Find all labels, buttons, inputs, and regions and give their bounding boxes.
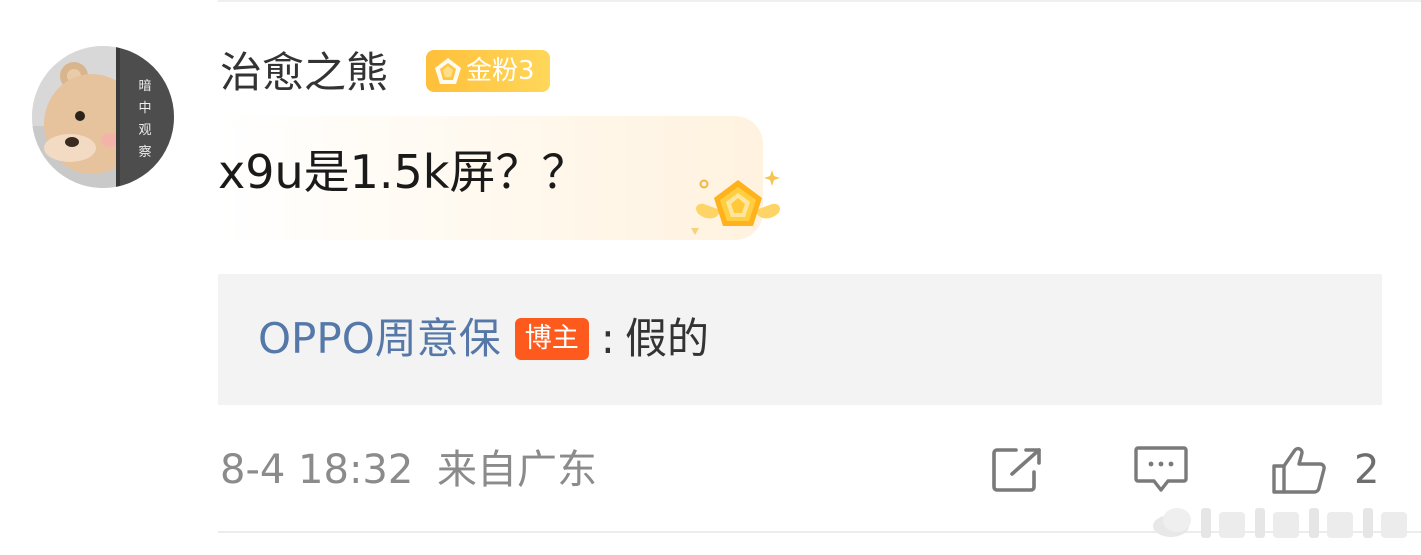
share-icon — [992, 448, 1041, 492]
medal-icon — [691, 170, 780, 235]
share-button[interactable] — [990, 444, 1048, 496]
avatar-image: 暗 中 观 察 — [32, 46, 174, 188]
fan-badge-label: 金粉3 — [466, 56, 535, 86]
comment-location: 来自广东 — [437, 447, 597, 493]
reply-box[interactable]: OPPO周意保 博主 : 假的 — [218, 274, 1382, 405]
avatar-text-3: 观 — [138, 123, 151, 138]
comment-button[interactable] — [1133, 444, 1191, 496]
fan-badge[interactable]: 金粉3 — [426, 50, 550, 92]
reply-content: 假的 — [624, 314, 709, 363]
diamond-icon — [435, 58, 461, 84]
reply-author[interactable]: OPPO周意保 — [258, 308, 501, 370]
avatar-text-4: 察 — [138, 145, 151, 160]
thumbs-up-icon — [1272, 446, 1326, 494]
comment-card: 暗 中 观 察 治愈之熊 金粉3 x9u是1.5k屏？？ OPPO周意保 博主 … — [0, 0, 1421, 555]
avatar-text-1: 暗 — [138, 79, 151, 94]
like-count: 2 — [1354, 447, 1380, 493]
comment-text[interactable]: x9u是1.5k屏？？ — [218, 140, 587, 204]
blogger-badge: 博主 — [514, 318, 589, 360]
username[interactable]: 治愈之熊 — [220, 44, 388, 102]
top-divider — [218, 0, 1421, 2]
comment-icon — [1134, 446, 1188, 492]
reply-colon: : — [600, 314, 615, 363]
comment-time: 8-4 18:32 — [220, 447, 414, 493]
watermark-logo — [1153, 508, 1407, 538]
avatar[interactable]: 暗 中 观 察 — [32, 46, 174, 188]
avatar-text-2: 中 — [138, 101, 151, 116]
reply-line: OPPO周意保 博主 : 假的 — [258, 308, 709, 370]
like-button[interactable] — [1270, 444, 1328, 496]
